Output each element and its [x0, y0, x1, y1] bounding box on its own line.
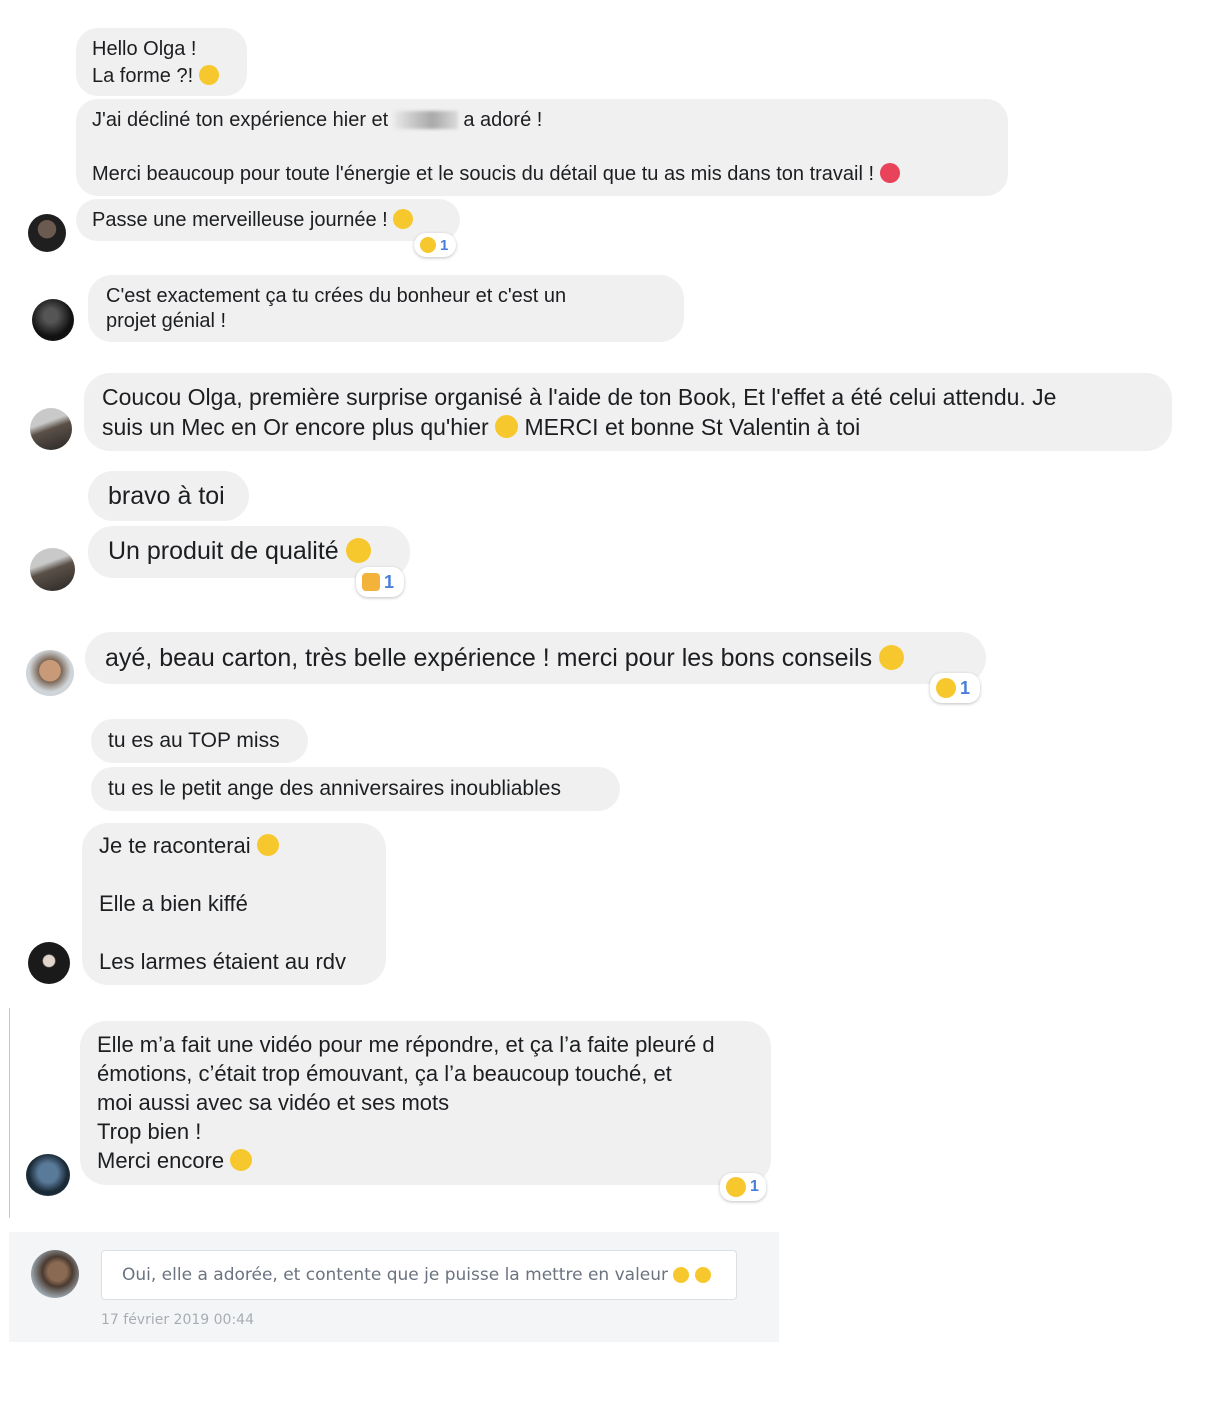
heart-eyes-icon [673, 1266, 690, 1283]
message-bubble[interactable]: bravo à toi [88, 471, 249, 521]
timestamp: 17 février 2019 00:44 [101, 1312, 254, 1328]
avatar[interactable] [31, 1250, 79, 1298]
message-text: Elle m’a fait une vidéo pour me répondre… [97, 1032, 715, 1144]
message-text: Passe une merveilleuse journée ! [92, 209, 388, 231]
message-text: bravo à toi [108, 482, 225, 510]
message-bubble[interactable]: Je te raconterai Elle a bien kiffé Les l… [82, 823, 386, 985]
message-bubble[interactable]: Coucou Olga, première surprise organisé … [84, 373, 1172, 451]
message-text: Elle a bien kiffé [99, 891, 248, 916]
avatar[interactable] [30, 548, 75, 591]
message-bubble[interactable]: Hello Olga ! La forme ?! [76, 28, 247, 96]
slight-smile-icon [879, 644, 905, 670]
avatar[interactable] [28, 214, 66, 252]
message-text: Hello Olga ! [92, 38, 197, 60]
message-text: Merci encore [97, 1148, 225, 1173]
heart-pulse-icon [879, 163, 900, 183]
avatar[interactable] [30, 408, 72, 450]
message-text: Un produit de qualité [108, 537, 339, 565]
message-text: Coucou Olga, première surprise organisé … [102, 384, 1057, 410]
message-bubble[interactable]: Elle m’a fait une vidéo pour me répondre… [80, 1021, 771, 1185]
reply-input[interactable]: Oui, elle a adorée, et contente que je p… [101, 1250, 737, 1300]
relieved-icon [393, 209, 414, 229]
message-text: a adoré ! [463, 109, 543, 131]
message-bubble[interactable]: J'ai décliné ton expérience hier et a ad… [76, 99, 1008, 196]
message-text: Merci beaucoup pour toute l'énergie et l… [92, 163, 875, 185]
avatar[interactable] [26, 1154, 70, 1196]
redacted-name [393, 111, 458, 129]
heart-eyes-icon [694, 1266, 711, 1283]
reaction-count: 1 [384, 571, 395, 592]
message-text: tu es le petit ange des anniversaires in… [108, 777, 561, 800]
hugging-icon [230, 1149, 253, 1172]
heart-eyes-icon [726, 1177, 746, 1197]
slight-smile-icon [495, 415, 519, 439]
message-text: tu es au TOP miss [108, 729, 280, 752]
reaction-count: 1 [960, 677, 971, 698]
message-text: C'est exactement ça tu crées du bonheur … [106, 285, 567, 332]
reply-input-value: Oui, elle a adorée, et contente que je p… [122, 1265, 669, 1285]
heart-eyes-icon [420, 237, 436, 253]
message-bubble[interactable]: Passe une merveilleuse journée ! [76, 199, 460, 241]
thread-divider [9, 1008, 10, 1218]
avatar[interactable] [28, 942, 70, 984]
message-bubble[interactable]: tu es au TOP miss [91, 719, 308, 763]
message-bubble[interactable]: tu es le petit ange des anniversaires in… [91, 767, 620, 811]
message-text: suis un Mec en Or encore plus qu'hier [102, 414, 489, 440]
reaction-badge[interactable]: 1 [720, 1173, 766, 1201]
thumbs-up-icon [362, 573, 380, 591]
heart-eyes-icon [936, 678, 956, 698]
reaction-badge[interactable]: 1 [356, 567, 404, 597]
wink-icon [345, 537, 371, 563]
reaction-count: 1 [440, 236, 449, 254]
avatar[interactable] [26, 650, 74, 696]
message-bubble[interactable]: ayé, beau carton, très belle expérience … [85, 632, 986, 684]
message-text: ayé, beau carton, très belle expérience … [105, 644, 873, 672]
message-text: Les larmes étaient au rdv [99, 949, 347, 974]
reply-composer: Oui, elle a adorée, et contente que je p… [9, 1232, 779, 1342]
message-text: Je te raconterai [99, 833, 251, 858]
reaction-count: 1 [750, 1178, 759, 1195]
avatar[interactable] [32, 299, 74, 341]
reaction-badge[interactable]: 1 [930, 673, 980, 703]
message-text: MERCI et bonne St Valentin à toi [524, 414, 861, 440]
message-text: J'ai décliné ton expérience hier et [92, 109, 389, 131]
message-bubble[interactable]: C'est exactement ça tu crées du bonheur … [88, 275, 684, 342]
reaction-badge[interactable]: 1 [414, 233, 456, 257]
message-text: La forme ?! [92, 65, 194, 87]
slight-smile-icon [198, 65, 219, 85]
slight-smile-icon [256, 834, 279, 857]
